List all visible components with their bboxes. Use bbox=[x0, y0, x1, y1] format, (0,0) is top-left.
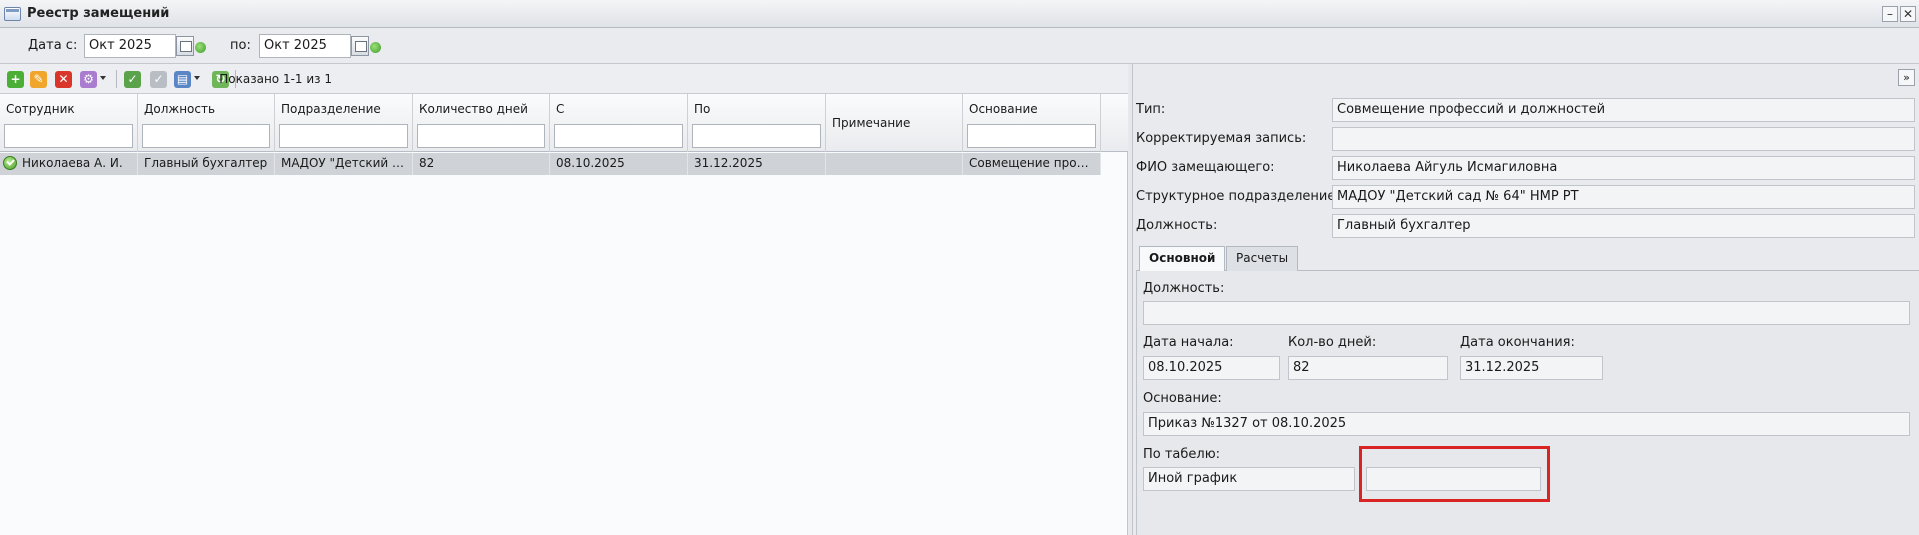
column-title: Подразделение bbox=[281, 102, 381, 116]
column-header-from[interactable]: С bbox=[550, 94, 688, 152]
department-field[interactable]: МАДОУ "Детский сад № 64" НМР РТ bbox=[1332, 185, 1915, 209]
cell-to: 31.12.2025 bbox=[688, 153, 826, 175]
minimize-icon[interactable]: – bbox=[1882, 6, 1898, 22]
days-count-field[interactable]: 82 bbox=[1288, 356, 1448, 380]
start-date-field[interactable]: 08.10.2025 bbox=[1143, 356, 1280, 380]
column-filter-input[interactable] bbox=[4, 124, 133, 148]
column-title: С bbox=[556, 102, 565, 116]
collapse-panel-icon[interactable]: » bbox=[1898, 69, 1915, 86]
column-filter-input[interactable] bbox=[142, 124, 270, 148]
column-filter-input[interactable] bbox=[967, 124, 1096, 148]
cell-position: Главный бухгалтер bbox=[138, 153, 275, 175]
basis-label: Основание: bbox=[1143, 391, 1222, 406]
window-titlebar bbox=[0, 0, 1919, 28]
end-date-label: Дата окончания: bbox=[1460, 335, 1575, 350]
column-filter-input[interactable] bbox=[692, 124, 821, 148]
date-from-field[interactable]: Окт 2025 bbox=[84, 34, 176, 58]
column-header-basis[interactable]: Основание bbox=[963, 94, 1101, 152]
position-field[interactable]: Главный бухгалтер bbox=[1332, 214, 1915, 238]
cell-days: 82 bbox=[413, 153, 550, 175]
column-header-position[interactable]: Должность bbox=[138, 94, 275, 152]
position-label: Должность: bbox=[1136, 218, 1218, 233]
approve-icon[interactable]: ✓ bbox=[124, 71, 141, 88]
tab-main[interactable]: Основной bbox=[1139, 246, 1226, 271]
date-to-field[interactable]: Окт 2025 bbox=[259, 34, 351, 58]
end-date-field[interactable]: 31.12.2025 bbox=[1460, 356, 1603, 380]
type-label: Тип: bbox=[1136, 102, 1166, 117]
table-row[interactable]: Николаева А. И. Главный бухгалтер МАДОУ … bbox=[0, 153, 1101, 175]
close-icon[interactable]: ✕ bbox=[1900, 6, 1916, 22]
column-title: Основание bbox=[969, 102, 1038, 116]
tab-position-field[interactable] bbox=[1143, 301, 1910, 325]
fio-label: ФИО замещающего: bbox=[1136, 160, 1275, 175]
fio-field[interactable]: Николаева Айгуль Исмагиловна bbox=[1332, 156, 1915, 180]
edit-icon[interactable]: ✎ bbox=[30, 71, 47, 88]
window-icon bbox=[4, 7, 21, 21]
delete-icon[interactable]: ✕ bbox=[55, 71, 72, 88]
grid-toolbar: + ✎ ✕ ⚙ ✓ ✓ ▤ ↻ Показано 1-1 из 1 bbox=[0, 64, 1128, 94]
corrected-record-label: Корректируемая запись: bbox=[1136, 131, 1307, 146]
start-date-label: Дата начала: bbox=[1143, 335, 1234, 350]
grid-header: Сотрудник Должность Подразделение Количе… bbox=[0, 94, 1128, 152]
date-from-label: Дата с: bbox=[28, 38, 78, 53]
timesheet-label: По табелю: bbox=[1143, 447, 1221, 462]
basis-field[interactable]: Приказ №1327 от 08.10.2025 bbox=[1143, 412, 1910, 436]
cell-basis: Совмещение профе... bbox=[963, 153, 1101, 175]
toolbar-divider bbox=[116, 70, 117, 88]
corrected-record-field[interactable] bbox=[1332, 127, 1915, 151]
cell-from: 08.10.2025 bbox=[550, 153, 688, 175]
add-icon[interactable]: + bbox=[7, 71, 24, 88]
column-filter-input[interactable] bbox=[279, 124, 408, 148]
column-title: Должность bbox=[144, 102, 216, 116]
department-label: Структурное подразделение: bbox=[1136, 189, 1340, 204]
chevron-down-icon[interactable] bbox=[100, 76, 106, 80]
calendar-icon[interactable] bbox=[351, 36, 369, 56]
timesheet-field[interactable]: Иной график bbox=[1143, 467, 1355, 491]
settings-icon[interactable]: ⚙ bbox=[80, 71, 97, 88]
clear-date-icon[interactable] bbox=[368, 36, 384, 56]
column-header-to[interactable]: По bbox=[688, 94, 826, 152]
column-title: По bbox=[694, 102, 711, 116]
clear-date-icon[interactable] bbox=[193, 36, 209, 56]
days-count-label: Кол-во дней: bbox=[1288, 335, 1377, 350]
column-header-employee[interactable]: Сотрудник bbox=[0, 94, 138, 152]
print-icon[interactable]: ▤ bbox=[174, 71, 191, 88]
column-header-department[interactable]: Подразделение bbox=[275, 94, 413, 152]
column-title: Примечание bbox=[832, 116, 911, 130]
calendar-icon[interactable] bbox=[176, 36, 194, 56]
tab-calculations[interactable]: Расчеты bbox=[1226, 246, 1299, 271]
cell-employee: Николаева А. И. bbox=[18, 153, 138, 175]
chevron-down-icon[interactable] bbox=[194, 76, 200, 80]
tab-position-label: Должность: bbox=[1143, 281, 1225, 296]
column-title: Количество дней bbox=[419, 102, 528, 116]
highlight-annotation bbox=[1359, 446, 1550, 502]
column-filter-input[interactable] bbox=[554, 124, 683, 148]
window-title: Реестр замещений bbox=[27, 6, 170, 21]
column-header-note[interactable]: Примечание bbox=[826, 94, 963, 152]
column-header-days[interactable]: Количество дней bbox=[413, 94, 550, 152]
type-field[interactable]: Совмещение профессий и должностей bbox=[1332, 98, 1915, 122]
approved-status-icon bbox=[3, 156, 17, 170]
unapprove-icon[interactable]: ✓ bbox=[150, 71, 167, 88]
paging-info: Показано 1-1 из 1 bbox=[219, 72, 332, 86]
cell-note bbox=[826, 153, 963, 175]
column-filter-input[interactable] bbox=[417, 124, 545, 148]
date-to-label: по: bbox=[230, 38, 251, 53]
column-title: Сотрудник bbox=[6, 102, 75, 116]
cell-department: МАДОУ "Детский сад... bbox=[275, 153, 413, 175]
